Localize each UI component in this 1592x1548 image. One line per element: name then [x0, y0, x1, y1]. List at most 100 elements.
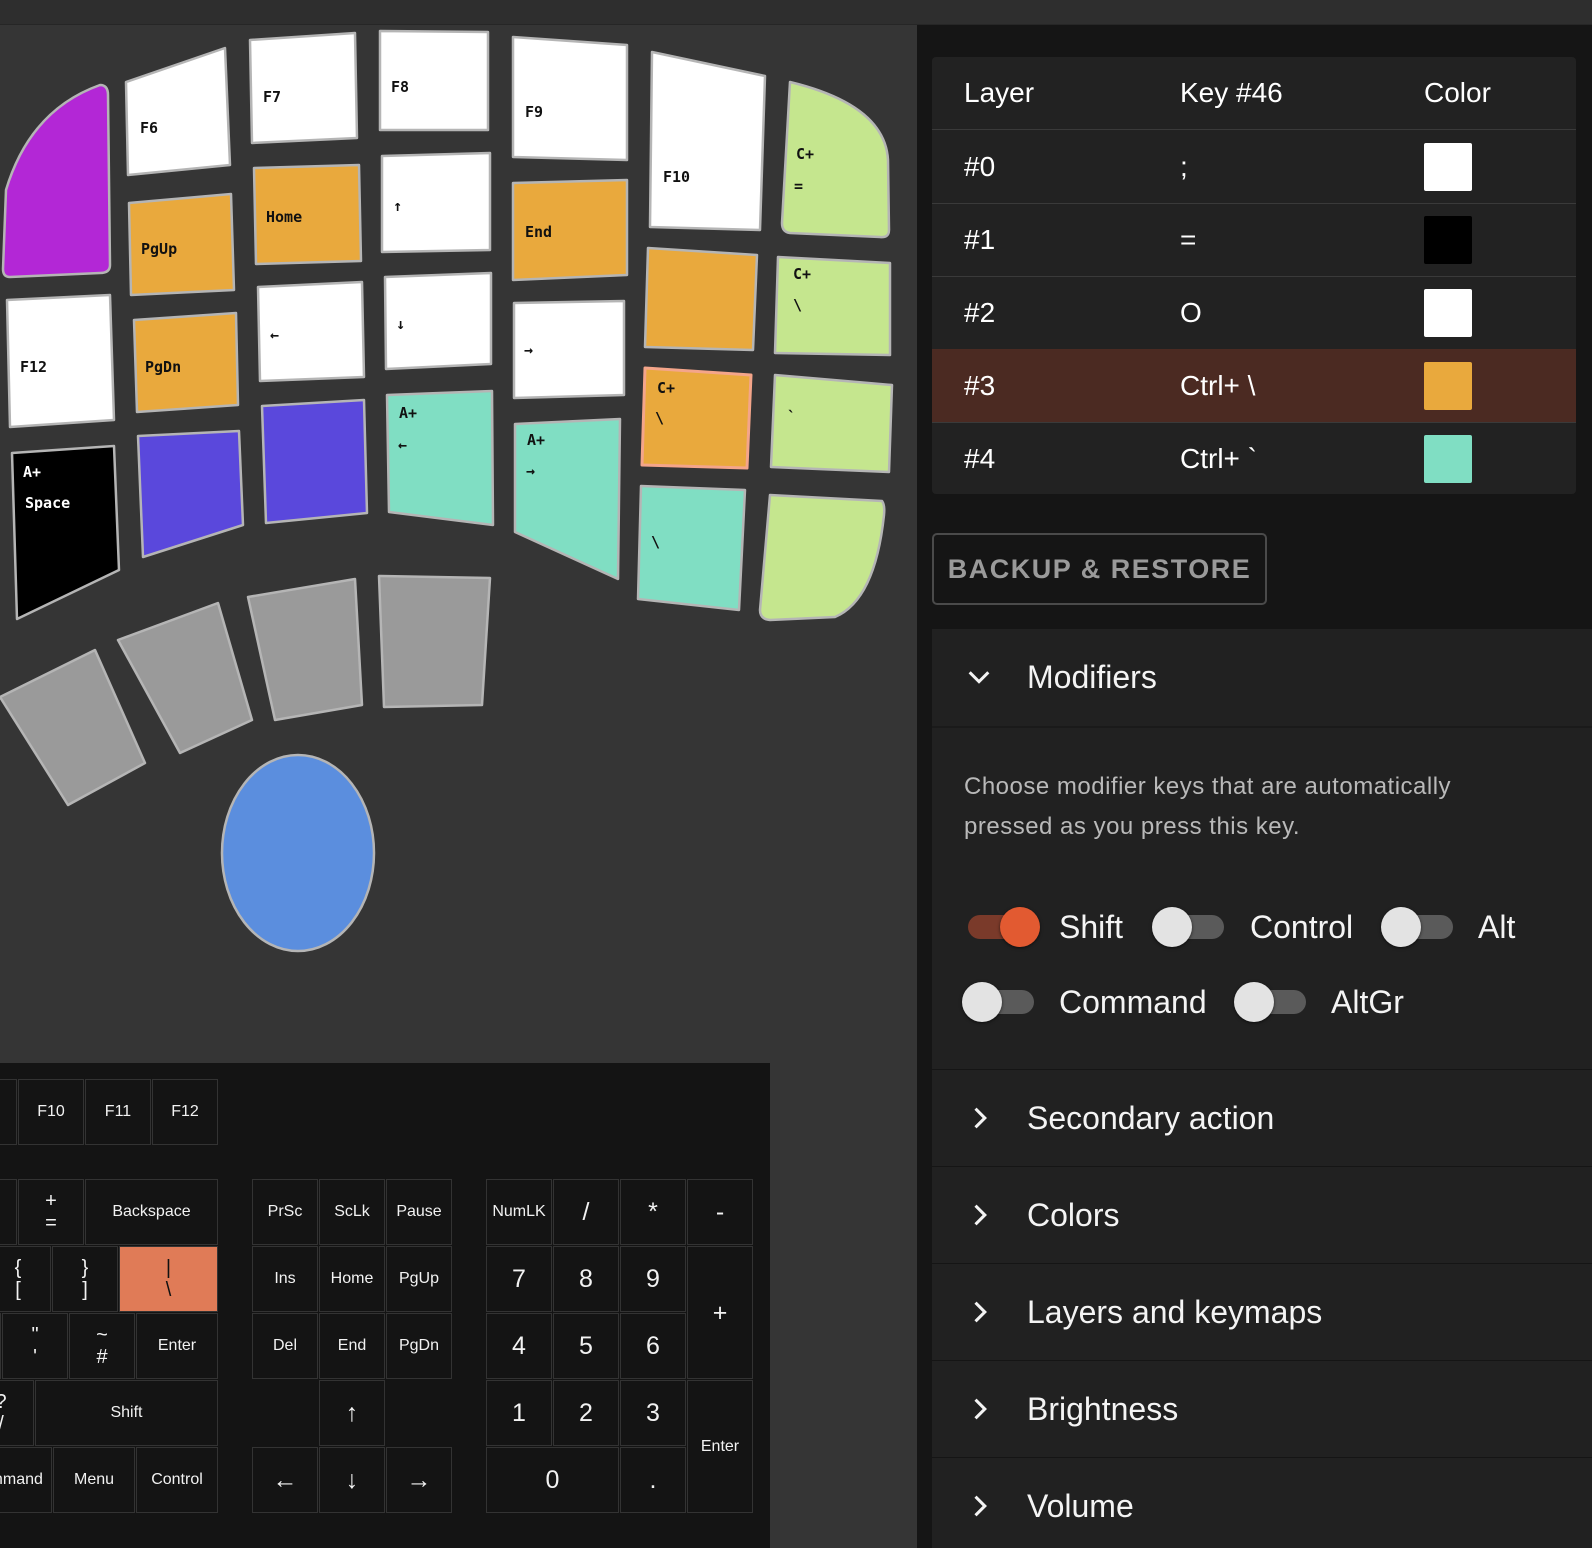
vk-num-enter[interactable]: Enter [687, 1380, 753, 1513]
key-alt-left[interactable]: A+ ← [385, 389, 495, 527]
section-header[interactable]: Brightness [932, 1361, 1592, 1457]
thumb-key-4[interactable] [377, 574, 492, 709]
vk-f12[interactable]: F12 [152, 1079, 218, 1145]
vk-f11[interactable]: F11 [85, 1079, 151, 1145]
key-indigo-1[interactable] [136, 429, 245, 559]
backup-restore-button[interactable]: BACKUP & RESTORE [932, 533, 1267, 605]
key-up[interactable]: ↑ [380, 151, 492, 254]
vk-num-5[interactable]: 5 [553, 1313, 619, 1379]
vk-f9[interactable] [0, 1079, 17, 1145]
section-secondary-action[interactable]: Secondary action [932, 1070, 1592, 1166]
vk-sclk[interactable]: ScLk [319, 1179, 385, 1245]
vk-num-3[interactable]: 3 [620, 1380, 686, 1446]
section-colors[interactable]: Colors [932, 1167, 1592, 1263]
vk-shift[interactable]: Shift [35, 1380, 218, 1446]
alt-toggle[interactable] [1381, 907, 1457, 947]
vk-arrow-down[interactable]: ↓ [319, 1447, 385, 1513]
vk-num-9[interactable]: 9 [620, 1246, 686, 1312]
section-header[interactable]: Volume [932, 1458, 1592, 1548]
vk-num-4[interactable]: 4 [486, 1313, 552, 1379]
layer-row[interactable]: #3 Ctrl+ \ [932, 349, 1576, 423]
key-f12[interactable]: F12 [5, 293, 116, 429]
vk-num-0[interactable]: 0 [486, 1447, 619, 1513]
vk-num-1[interactable]: 1 [486, 1380, 552, 1446]
vk-num-6[interactable]: 6 [620, 1313, 686, 1379]
vk-arrow-right[interactable]: → [386, 1447, 452, 1513]
vk-num-plus[interactable]: + [687, 1246, 753, 1379]
key-backtick[interactable]: ` [769, 373, 894, 474]
key-indigo-2[interactable] [260, 398, 369, 525]
thumb-key-1[interactable] [0, 648, 147, 807]
key-ctrl-equals[interactable]: C+ = [780, 80, 891, 239]
vk-pgup[interactable]: PgUp [386, 1246, 452, 1312]
key-f8[interactable]: F8 [378, 29, 490, 132]
layer-color-swatch[interactable] [1424, 142, 1472, 191]
vk-question-slash[interactable]: ? / [0, 1380, 34, 1446]
vk-semicolon[interactable] [0, 1313, 1, 1379]
command-toggle[interactable] [962, 982, 1038, 1022]
vk-brace-close[interactable]: } ] [52, 1246, 118, 1312]
vk-quote[interactable]: " ' [2, 1313, 68, 1379]
key-orange-blank[interactable] [643, 246, 759, 352]
key-alt-space[interactable]: A+ Space [10, 444, 121, 621]
altgr-toggle[interactable] [1234, 982, 1310, 1022]
vk-home[interactable]: Home [319, 1246, 385, 1312]
key-alt-right[interactable]: A+ → [513, 417, 622, 581]
vk-prsc[interactable]: PrSc [252, 1179, 318, 1245]
key-down[interactable]: ↓ [383, 271, 493, 371]
vk-num-2[interactable]: 2 [553, 1380, 619, 1446]
control-toggle[interactable] [1152, 907, 1228, 947]
layer-color-swatch[interactable] [1424, 434, 1472, 483]
vk-num-dot[interactable]: . [620, 1447, 686, 1513]
key-home[interactable]: Home [252, 163, 363, 266]
vk-numlk[interactable]: NumLK [486, 1179, 552, 1245]
vk-end[interactable]: End [319, 1313, 385, 1379]
vk-plus-equals[interactable]: + = [18, 1179, 84, 1245]
vk-arrow-up[interactable]: ↑ [319, 1380, 385, 1446]
vk-arrow-left[interactable]: ← [252, 1447, 318, 1513]
thumb-key-2[interactable] [116, 601, 254, 755]
vk-num-minus[interactable]: - [687, 1179, 753, 1245]
vk-control[interactable]: Control [136, 1447, 218, 1513]
vk-tilde-hash[interactable]: ~ # [69, 1313, 135, 1379]
thumb-key-3[interactable] [246, 577, 364, 722]
trackball[interactable] [220, 753, 376, 953]
section-header[interactable]: Secondary action [932, 1070, 1592, 1166]
vk-pause[interactable]: Pause [386, 1179, 452, 1245]
layer-color-swatch[interactable] [1424, 215, 1472, 264]
key-left[interactable]: ← [256, 280, 366, 383]
vk-ins[interactable]: Ins [252, 1246, 318, 1312]
layer-color-swatch[interactable] [1424, 288, 1472, 337]
key-ctrl-backslash[interactable]: C+ \ [773, 255, 892, 357]
key-pgdn[interactable]: PgDn [132, 311, 240, 414]
vk-menu[interactable]: Menu [53, 1447, 135, 1513]
key-lime-bottom[interactable] [758, 493, 886, 622]
shift-toggle[interactable] [964, 907, 1040, 947]
section-header[interactable]: Layers and keymaps [932, 1264, 1592, 1360]
section-brightness[interactable]: Brightness [932, 1361, 1592, 1457]
key-backslash[interactable]: \ [636, 484, 747, 612]
layer-row[interactable]: #1 = [932, 203, 1576, 277]
key-selected-ctrl-backslash[interactable]: C+ \ [640, 366, 753, 470]
vk-enter[interactable]: Enter [136, 1313, 218, 1379]
key-pgup[interactable]: PgUp [127, 192, 236, 297]
section-volume[interactable]: Volume [932, 1458, 1592, 1548]
vk-minus[interactable] [0, 1179, 17, 1245]
key-end[interactable]: End [511, 178, 629, 282]
vk-num-mul[interactable]: * [620, 1179, 686, 1245]
vk-backspace[interactable]: Backspace [85, 1179, 218, 1245]
section-layers-and-keymaps[interactable]: Layers and keymaps [932, 1264, 1592, 1360]
vk-del[interactable]: Del [252, 1313, 318, 1379]
key-purple[interactable] [1, 83, 112, 279]
layer-row[interactable]: #4 Ctrl+ ` [932, 422, 1576, 494]
vk-num-7[interactable]: 7 [486, 1246, 552, 1312]
layer-row[interactable]: #0; [932, 130, 1576, 204]
section-header[interactable]: Colors [932, 1167, 1592, 1263]
layer-color-swatch[interactable] [1424, 361, 1472, 410]
vk-brace-open[interactable]: { [ [0, 1246, 51, 1312]
vk-num-div[interactable]: / [553, 1179, 619, 1245]
layer-row[interactable]: #2 O [932, 276, 1576, 350]
key-f7[interactable]: F7 [248, 31, 359, 145]
vk-pipe-backslash[interactable]: | \ [119, 1246, 218, 1312]
vk-num-8[interactable]: 8 [553, 1246, 619, 1312]
